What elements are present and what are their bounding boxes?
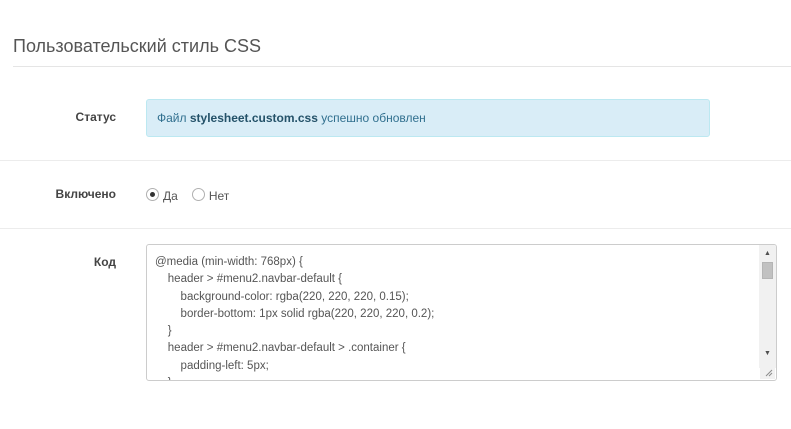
status-filename: stylesheet.custom.css: [189, 111, 318, 125]
code-line: border-bottom: 1px solid rgba(220, 220, …: [155, 307, 435, 320]
row-divider: [0, 160, 791, 161]
status-message-prefix: Файл: [157, 111, 190, 125]
status-label: Статус: [75, 110, 116, 124]
radio-yes[interactable]: [146, 187, 159, 201]
page-title: Пользовательский стиль CSS: [13, 36, 791, 67]
code-line: @media (min-width: 768px) {: [155, 256, 303, 268]
scroll-down-icon[interactable]: ▼: [759, 347, 776, 361]
enabled-label: Включено: [55, 187, 116, 201]
row-divider: [0, 228, 791, 229]
textarea-scrollbar[interactable]: ▲ ▼: [759, 245, 776, 368]
code-line: padding-left: 5px;: [155, 359, 269, 372]
status-message-suffix: успешно обновлен: [317, 111, 426, 125]
code-line: }: [155, 375, 756, 380]
code-line: header > #menu2.navbar-default > .contai…: [155, 342, 406, 355]
radio-yes-label[interactable]: Да: [163, 189, 178, 203]
css-code-content[interactable]: @media (min-width: 768px) { header > #me…: [155, 254, 756, 380]
resize-handle-icon[interactable]: [760, 366, 775, 379]
code-label: Код: [93, 255, 116, 269]
scroll-thumb[interactable]: [762, 262, 773, 279]
scroll-up-icon[interactable]: ▲: [759, 247, 776, 261]
code-line: }: [155, 325, 172, 338]
css-code-textarea[interactable]: @media (min-width: 768px) { header > #me…: [146, 244, 777, 381]
enabled-radio-group: Да Нет: [146, 187, 243, 203]
radio-no[interactable]: [191, 187, 205, 201]
radio-no-label[interactable]: Нет: [209, 189, 229, 203]
code-line: header > #menu2.navbar-default {: [155, 273, 343, 286]
status-alert: Файл stylesheet.custom.css успешно обнов…: [146, 99, 710, 137]
code-line: background-color: rgba(220, 220, 220, 0.…: [155, 290, 409, 303]
